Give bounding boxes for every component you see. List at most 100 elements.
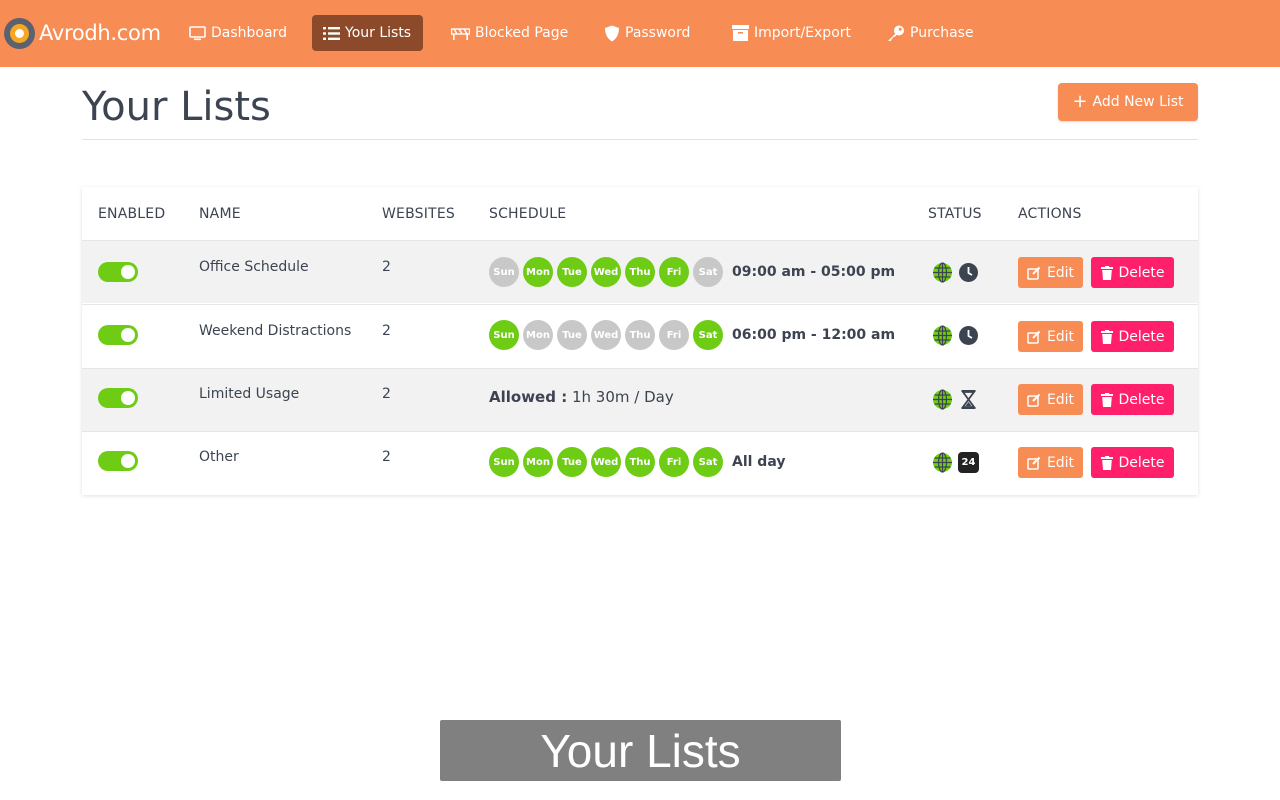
clock-icon [958, 325, 979, 346]
trash-icon [1100, 329, 1113, 344]
websites-count: 2 [382, 449, 391, 465]
table-row: Weekend Distractions 2 Sun Mon Tue Wed T… [82, 304, 1198, 367]
key-icon [888, 25, 904, 41]
edit-button[interactable]: Edit [1018, 384, 1083, 415]
add-new-list-label: Add New List [1092, 94, 1184, 110]
edit-label: Edit [1046, 391, 1075, 408]
edit-icon [1027, 393, 1041, 407]
nav-your-lists-label: Your Lists [345, 25, 412, 41]
edit-icon [1027, 456, 1041, 470]
allowed-value: 1h 30m / Day [571, 388, 674, 406]
archive-icon [732, 25, 749, 41]
day-sat: Sat [693, 447, 723, 477]
schedule-time: All day [732, 454, 786, 470]
column-header-actions: ACTIONS [1018, 206, 1082, 222]
day-tue: Tue [557, 257, 587, 287]
column-header-enabled: ENABLED [98, 206, 166, 222]
day-fri: Fri [659, 320, 689, 350]
schedule-days: Sun Mon Tue Wed Thu Fri Sat All day [489, 447, 785, 477]
edit-icon [1027, 266, 1041, 280]
nav-import-export[interactable]: Import/Export [721, 15, 862, 51]
nav-blocked-page-label: Blocked Page [475, 25, 569, 41]
add-new-list-button[interactable]: + Add New List [1058, 83, 1198, 121]
delete-label: Delete [1118, 328, 1165, 345]
nav-dashboard[interactable]: Dashboard [178, 15, 298, 51]
column-header-name: NAME [199, 206, 241, 222]
trash-icon [1100, 265, 1113, 280]
brand[interactable]: Avrodh.com [4, 17, 161, 49]
nav-purchase-label: Purchase [910, 25, 974, 41]
nav-your-lists[interactable]: Your Lists [312, 15, 423, 51]
day-thu: Thu [625, 320, 655, 350]
day-thu: Thu [625, 447, 655, 477]
monitor-icon [189, 25, 206, 40]
enabled-toggle[interactable] [98, 451, 138, 471]
edit-button[interactable]: Edit [1018, 257, 1083, 288]
delete-label: Delete [1118, 391, 1165, 408]
status-icons [932, 389, 984, 410]
delete-button[interactable]: Delete [1091, 384, 1174, 415]
status-icons [932, 262, 984, 283]
column-header-websites: WEBSITES [382, 206, 455, 222]
list-name: Office Schedule [199, 259, 309, 275]
hourglass-icon [958, 389, 979, 410]
delete-label: Delete [1118, 264, 1165, 281]
enabled-toggle[interactable] [98, 388, 138, 408]
nav-purchase[interactable]: Purchase [876, 15, 985, 51]
schedule-days: Sun Mon Tue Wed Thu Fri Sat 09:00 am - 0… [489, 257, 895, 287]
websites-count: 2 [382, 259, 391, 275]
list-icon [323, 26, 340, 40]
caption-overlay: Your Lists [440, 720, 841, 781]
day-fri: Fri [659, 447, 689, 477]
edit-button[interactable]: Edit [1018, 321, 1083, 352]
day-tue: Tue [557, 447, 587, 477]
brand-name: Avrodh.com [39, 21, 161, 45]
page-title: Your Lists [82, 84, 271, 130]
allowed-label: Allowed : [489, 388, 568, 406]
edit-button[interactable]: Edit [1018, 447, 1083, 478]
header-divider [82, 139, 1198, 140]
trash-icon [1100, 392, 1113, 407]
day-thu: Thu [625, 257, 655, 287]
delete-button[interactable]: Delete [1091, 321, 1174, 352]
nav-password[interactable]: Password [593, 15, 701, 51]
nav-password-label: Password [625, 25, 691, 41]
column-header-status: STATUS [928, 206, 982, 222]
brand-logo-icon [4, 17, 35, 49]
delete-button[interactable]: Delete [1091, 257, 1174, 288]
list-name: Other [199, 449, 239, 465]
globe-icon [932, 325, 953, 346]
list-name: Limited Usage [199, 386, 300, 402]
delete-button[interactable]: Delete [1091, 447, 1174, 478]
enabled-toggle[interactable] [98, 325, 138, 345]
shield-icon [605, 25, 619, 41]
nav-dashboard-label: Dashboard [211, 25, 287, 41]
usage-limit: Allowed : 1h 30m / Day [489, 388, 674, 406]
delete-label: Delete [1118, 454, 1165, 471]
day-mon: Mon [523, 447, 553, 477]
edit-label: Edit [1046, 454, 1075, 471]
table-row: Limited Usage 2 Allowed : 1h 30m / Day E… [82, 368, 1198, 431]
table-row: Other 2 Sun Mon Tue Wed Thu Fri Sat All … [82, 431, 1198, 494]
edit-label: Edit [1046, 328, 1075, 345]
nav-blocked-page[interactable]: Blocked Page [440, 15, 579, 51]
enabled-toggle[interactable] [98, 262, 138, 282]
day-sun: Sun [489, 320, 519, 350]
edit-label: Edit [1046, 264, 1075, 281]
day-wed: Wed [591, 320, 621, 350]
list-name: Weekend Distractions [199, 323, 352, 339]
day-wed: Wed [591, 257, 621, 287]
websites-count: 2 [382, 386, 391, 402]
globe-icon [932, 389, 953, 410]
status-icons [932, 325, 984, 346]
table-row: Office Schedule 2 Sun Mon Tue Wed Thu Fr… [82, 240, 1198, 303]
24-hours-icon: 24 [958, 452, 979, 473]
day-sat: Sat [693, 320, 723, 350]
status-icons: 24 [932, 452, 984, 473]
day-sun: Sun [489, 257, 519, 287]
globe-icon [932, 452, 953, 473]
barrier-icon [451, 28, 470, 40]
globe-icon [932, 262, 953, 283]
day-tue: Tue [557, 320, 587, 350]
schedule-time: 09:00 am - 05:00 pm [732, 264, 896, 280]
